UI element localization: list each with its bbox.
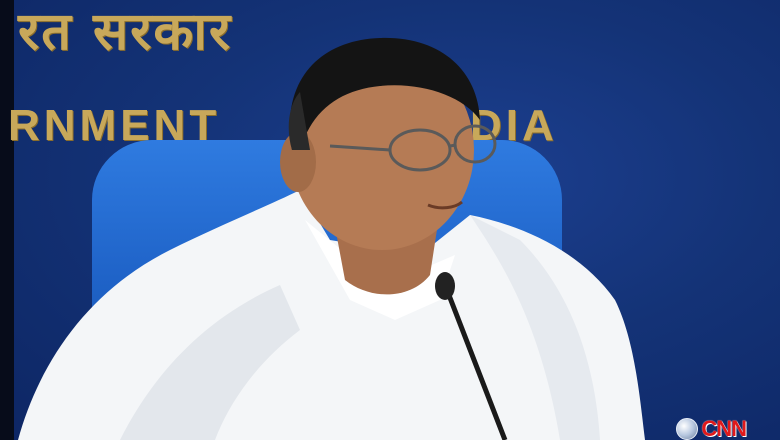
globe-icon xyxy=(676,418,699,440)
logo-text: CNN xyxy=(701,416,747,440)
video-frame: रत सरकार RNMENT DIA CNN xyxy=(0,0,780,440)
broadcaster-logo: CNN xyxy=(676,416,747,440)
speaker-figure xyxy=(18,37,645,440)
